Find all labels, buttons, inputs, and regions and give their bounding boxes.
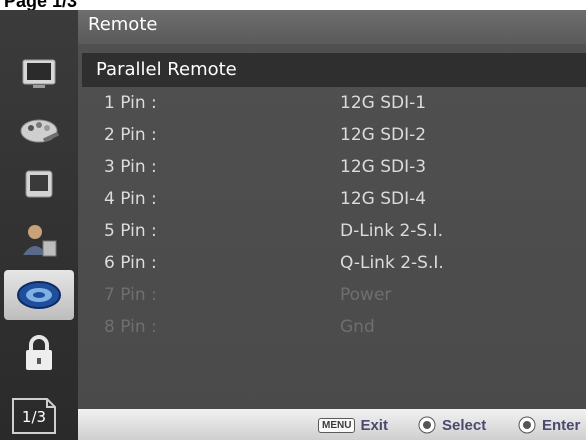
pin-label: 6 Pin : xyxy=(104,253,157,273)
pin-row[interactable]: 6 Pin : Q-Link 2-S.I. xyxy=(78,249,586,281)
sidebar-item-display[interactable] xyxy=(4,160,74,210)
pin-row[interactable]: 3 Pin : 12G SDI-3 xyxy=(78,153,586,185)
sidebar-item-remote[interactable] xyxy=(4,270,74,320)
pin-value[interactable]: D-Link 2-S.I. xyxy=(340,221,443,241)
sidebar: 1/3 xyxy=(0,10,78,440)
pin-row[interactable]: 1 Pin : 12G SDI-1 xyxy=(78,89,586,121)
main-panel: Remote Parallel Remote 1 Pin : 12G SDI-1… xyxy=(78,10,586,440)
page-caption: Page 1/3 xyxy=(0,0,586,10)
pin-value[interactable]: Q-Link 2-S.I. xyxy=(340,253,444,273)
pin-value[interactable]: 12G SDI-1 xyxy=(340,93,426,113)
exit-hint[interactable]: MENU Exit xyxy=(318,414,388,436)
pin-label: 8 Pin : xyxy=(104,317,157,337)
panel-title: Remote xyxy=(88,14,158,35)
sidebar-item-color[interactable] xyxy=(4,105,74,155)
pin-value: Gnd xyxy=(340,317,375,337)
select-label: Select xyxy=(442,416,487,434)
pin-row[interactable]: 5 Pin : D-Link 2-S.I. xyxy=(78,217,586,249)
section-header[interactable]: Parallel Remote xyxy=(82,53,586,87)
pin-value[interactable]: 12G SDI-3 xyxy=(340,157,426,177)
pin-row-disabled: 7 Pin : Power xyxy=(78,281,586,313)
sidebar-item-user[interactable] xyxy=(4,215,74,265)
jog-press-icon xyxy=(518,416,536,434)
pin-row[interactable]: 4 Pin : 12G SDI-4 xyxy=(78,185,586,217)
page-caption-text: Page 1/3 xyxy=(4,0,78,10)
pin-row[interactable]: 2 Pin : 12G SDI-2 xyxy=(78,121,586,153)
pin-label: 1 Pin : xyxy=(104,93,157,113)
monitor-icon xyxy=(22,59,56,88)
select-hint[interactable]: Select xyxy=(418,414,486,436)
pin-label: 3 Pin : xyxy=(104,157,157,177)
user-settings-icon xyxy=(23,225,57,257)
footer-hints: MENU Exit Select Enter xyxy=(78,409,586,440)
pin-row-disabled: 8 Pin : Gnd xyxy=(78,313,586,345)
pin-label: 5 Pin : xyxy=(104,221,157,241)
section-title: Parallel Remote xyxy=(96,59,237,80)
exit-label: Exit xyxy=(360,416,388,434)
sidebar-item-lock[interactable] xyxy=(4,328,74,378)
remote-icon xyxy=(17,281,61,309)
panel-header: Remote xyxy=(78,10,586,44)
pin-value[interactable]: 12G SDI-4 xyxy=(340,189,426,209)
page-indicator[interactable]: 1/3 xyxy=(11,397,61,435)
page-indicator-text: 1/3 xyxy=(21,408,47,426)
pin-label: 2 Pin : xyxy=(104,125,157,145)
pin-label: 4 Pin : xyxy=(104,189,157,209)
color-palette-icon xyxy=(20,119,60,143)
jog-dial-icon xyxy=(418,416,436,434)
pin-value[interactable]: 12G SDI-2 xyxy=(340,125,426,145)
pin-value: Power xyxy=(340,285,392,305)
enter-hint[interactable]: Enter xyxy=(518,414,580,436)
screen-icon xyxy=(25,170,53,198)
pin-label: 7 Pin : xyxy=(104,285,157,305)
enter-label: Enter xyxy=(542,416,581,434)
sidebar-item-picture[interactable] xyxy=(4,50,74,100)
menu-key-icon: MENU xyxy=(318,417,356,433)
osd-screen: 1/3 Remote Parallel Remote 1 Pin : 12G S… xyxy=(0,10,586,440)
lock-icon xyxy=(26,335,52,370)
